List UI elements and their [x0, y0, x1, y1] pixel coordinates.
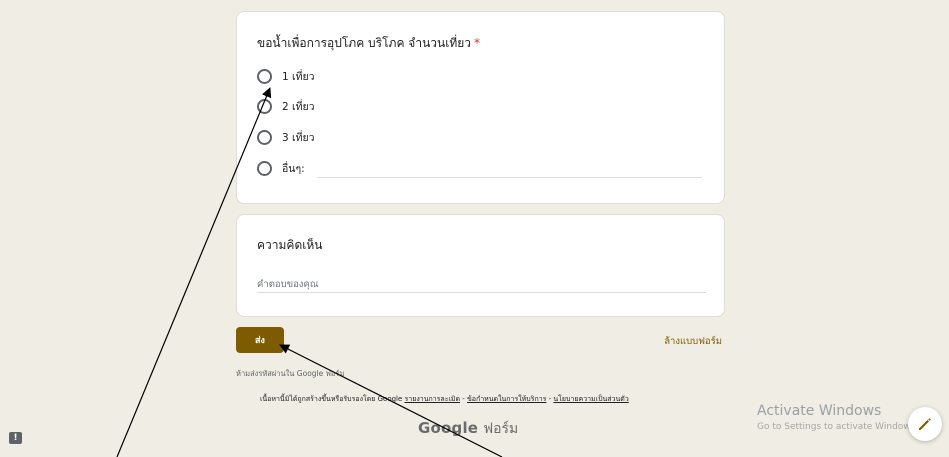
- comment-card: ความคิดเห็น คำตอบของคุณ: [236, 214, 725, 317]
- question-title: ขอน้ำเพื่อการอุปโภค บริโภค จำนวนเที่ยว *: [257, 34, 480, 53]
- password-warning: ห้ามส่งรหัสผ่านใน Google ฟอร์ม: [236, 369, 345, 378]
- other-text-input[interactable]: [317, 177, 702, 178]
- brand-forms: ฟอร์ม: [483, 421, 519, 437]
- comment-title: ความคิดเห็น: [257, 238, 323, 252]
- radio-button[interactable]: [257, 98, 272, 114]
- option-3-trips[interactable]: 3 เที่ยว: [257, 127, 315, 147]
- feedback-icon[interactable]: !: [9, 432, 22, 444]
- radio-button[interactable]: [257, 160, 272, 176]
- option-1-trip[interactable]: 1 เที่ยว: [257, 66, 315, 86]
- option-2-trips[interactable]: 2 เที่ยว: [257, 96, 315, 116]
- radio-button[interactable]: [257, 129, 272, 145]
- pencil-icon: [919, 418, 931, 430]
- question-title-text: ขอน้ำเพื่อการอุปโภค บริโภค จำนวนเที่ยว: [257, 36, 471, 50]
- edit-button[interactable]: [908, 407, 942, 441]
- required-asterisk: *: [474, 36, 480, 50]
- brand-google: Google: [418, 419, 479, 437]
- submit-button[interactable]: ส่ง: [236, 327, 284, 353]
- terms-link[interactable]: ข้อกำหนดในการให้บริการ: [467, 395, 546, 403]
- footer-disclaimer: เนื้อหานี้มิได้ถูกสร้างขึ้นหรือรับรองโดย…: [260, 394, 705, 405]
- clear-form-button[interactable]: ล้างแบบฟอร์ม: [600, 334, 722, 349]
- radio-button[interactable]: [257, 68, 272, 84]
- option-other[interactable]: อื่นๆ:: [257, 158, 305, 178]
- activate-windows-title: Activate Windows: [757, 403, 882, 419]
- option-label: 2 เที่ยว: [282, 100, 315, 113]
- option-label: 1 เที่ยว: [282, 70, 315, 83]
- question-card: ขอน้ำเพื่อการอุปโภค บริโภค จำนวนเที่ยว * …: [236, 11, 725, 204]
- google-forms-logo[interactable]: Google ฟอร์ม: [418, 418, 518, 440]
- report-abuse-link[interactable]: รายงานการละเมิด: [405, 395, 460, 403]
- privacy-link[interactable]: นโยบายความเป็นส่วนตัว: [553, 395, 628, 403]
- activate-windows-subtitle: Go to Settings to activate Windows.: [757, 422, 919, 432]
- content-note: เนื้อหานี้มิได้ถูกสร้างขึ้นหรือรับรองโดย…: [260, 395, 403, 403]
- separator: -: [460, 395, 467, 403]
- option-label: 3 เที่ยว: [282, 131, 315, 144]
- comment-input[interactable]: คำตอบของคุณ: [257, 275, 706, 293]
- option-label: อื่นๆ:: [282, 162, 305, 175]
